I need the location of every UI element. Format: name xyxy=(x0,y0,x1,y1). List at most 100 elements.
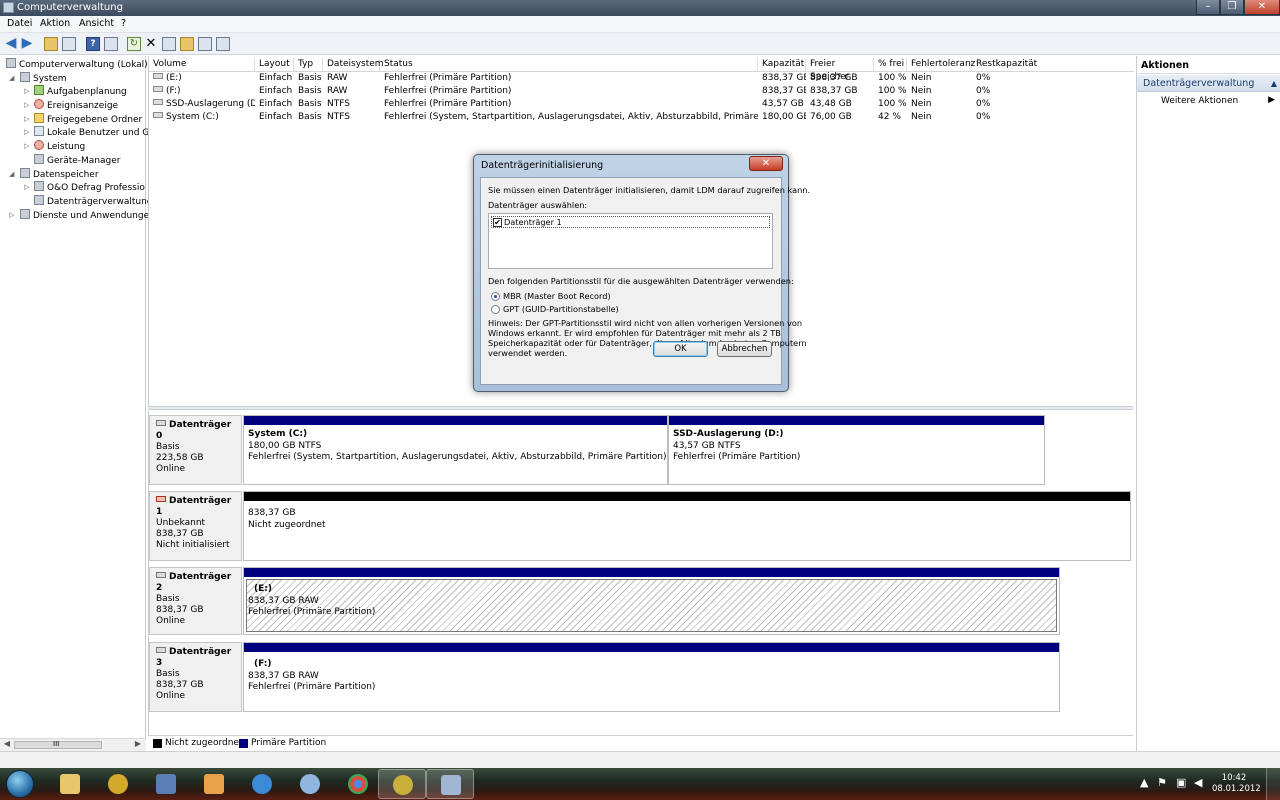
expand-icon[interactable]: ▷ xyxy=(24,101,29,109)
menu-action[interactable]: Aktion xyxy=(40,18,70,29)
disk-settings-icon[interactable] xyxy=(216,37,230,51)
tree-item-performance[interactable]: Leistung xyxy=(34,140,85,153)
taskbar-app-8[interactable] xyxy=(378,769,426,799)
volume-row[interactable]: (E:) Einfach Basis RAW Fehlerfrei (Primäre P… xyxy=(149,72,1134,85)
volume-row[interactable]: System (C:) Einfach Basis NTFS Fehlerfrei (S… xyxy=(149,111,1134,124)
volume-row[interactable]: SSD-Auslagerung (D:) Einfach Basis NTFS Fehl… xyxy=(149,98,1134,111)
tree-item-local-users[interactable]: Lokale Benutzer und Gru xyxy=(34,126,159,139)
column-filesystem[interactable]: Dateisystem xyxy=(323,58,384,72)
disk-3[interactable]: Datenträger 3 Basis 838,37 GB Online (F:… xyxy=(149,642,1132,712)
disk-0[interactable]: Datenträger 0 Basis 223,58 GB Online Sys… xyxy=(149,415,1132,485)
gpt-label[interactable]: GPT (GUID-Partitionstabelle) xyxy=(503,304,619,314)
disk-listbox[interactable]: ✔ Datenträger 1 xyxy=(488,213,773,269)
minimize-button[interactable]: – xyxy=(1196,0,1220,15)
delete-icon[interactable]: ✕ xyxy=(144,37,158,51)
column-layout[interactable]: Layout xyxy=(255,58,294,72)
taskbar-internet-explorer[interactable] xyxy=(238,769,286,799)
partition-system-c[interactable]: System (C:) 180,00 GB NTFS Fehlerfrei (S… xyxy=(243,415,668,485)
column-percent-free[interactable]: % frei xyxy=(874,58,907,72)
disk-1[interactable]: Datenträger 1 Unbekannt 838,37 GB Nicht … xyxy=(149,491,1132,561)
tree-item-oo-defrag[interactable]: O&O Defrag Professio xyxy=(34,181,145,194)
back-arrow-icon[interactable]: ◀ xyxy=(4,36,18,51)
taskbar-app-6[interactable] xyxy=(286,769,334,799)
actions-section-disk-management[interactable]: Datenträgerverwaltung ▲ xyxy=(1137,75,1280,92)
tree-item-storage[interactable]: Datenspeicher xyxy=(20,168,99,181)
disk-1-label[interactable]: Datenträger 1 Unbekannt 838,37 GB Nicht … xyxy=(149,491,242,561)
taskbar-chrome[interactable] xyxy=(334,769,382,799)
partition-e[interactable]: (E:) 838,37 GB RAW Fehlerfrei (Primäre P… xyxy=(243,567,1060,635)
disk-checkbox[interactable]: ✔ xyxy=(493,218,502,227)
refresh-icon[interactable]: ↻ xyxy=(127,37,141,51)
collapse-icon[interactable]: ◢ xyxy=(9,170,14,178)
taskbar-outlook[interactable] xyxy=(190,769,238,799)
dialog-close-button[interactable]: ✕ xyxy=(749,156,783,171)
tree-item-event-viewer[interactable]: Ereignisanzeige xyxy=(34,99,118,112)
tree-item-device-manager[interactable]: Geräte-Manager xyxy=(34,154,121,167)
expand-icon[interactable]: ▷ xyxy=(24,142,29,150)
column-overhead[interactable]: Restkapazität xyxy=(972,58,1134,72)
disk-3-label[interactable]: Datenträger 3 Basis 838,37 GB Online xyxy=(149,642,242,712)
expand-icon[interactable]: ▷ xyxy=(24,87,29,95)
disk-2-label[interactable]: Datenträger 2 Basis 838,37 GB Online xyxy=(149,567,242,635)
partition-ssd-d[interactable]: SSD-Auslagerung (D:) 43,57 GB NTFS Fehle… xyxy=(668,415,1045,485)
tree-item-task-scheduler[interactable]: Aufgabenplanung xyxy=(34,85,127,98)
volume-row[interactable]: (F:) Einfach Basis RAW Fehlerfrei (Primäre P… xyxy=(149,85,1134,98)
ok-button[interactable]: OK xyxy=(653,341,708,357)
tree-horizontal-scrollbar[interactable]: ◀ III ▶ xyxy=(0,738,146,751)
properties-icon[interactable] xyxy=(162,37,176,51)
menu-view[interactable]: Ansicht xyxy=(79,18,114,29)
partition-f[interactable]: (F:) 838,37 GB RAW Fehlerfrei (Primäre P… xyxy=(243,642,1060,712)
column-type[interactable]: Typ xyxy=(294,58,323,72)
column-volume[interactable]: Volume xyxy=(149,58,255,72)
flag-icon[interactable]: ⚑ xyxy=(1157,776,1167,789)
tree-item-services[interactable]: Dienste und Anwendungen xyxy=(20,209,155,222)
tree-item-shared-folders[interactable]: Freigegebene Ordner xyxy=(34,113,142,126)
show-hide-tree-icon[interactable] xyxy=(62,37,76,51)
gpt-radio[interactable] xyxy=(491,305,500,314)
pane-splitter[interactable] xyxy=(148,406,1133,410)
expand-icon[interactable]: ▷ xyxy=(9,211,14,219)
disk-2[interactable]: Datenträger 2 Basis 838,37 GB Online (E:… xyxy=(149,567,1132,635)
close-button[interactable]: ✕ xyxy=(1244,0,1280,15)
more-actions-link[interactable]: Weitere Aktionen xyxy=(1161,96,1238,106)
mbr-radio[interactable] xyxy=(491,292,500,301)
show-hidden-icons[interactable]: ▲ xyxy=(1140,776,1148,789)
clock[interactable]: 10:42 08.01.2012 xyxy=(1212,773,1261,795)
disk-0-label[interactable]: Datenträger 0 Basis 223,58 GB Online xyxy=(149,415,242,485)
scroll-right-icon[interactable]: ▶ xyxy=(132,739,144,748)
column-status[interactable]: Status xyxy=(380,58,758,72)
column-capacity[interactable]: Kapazität xyxy=(758,58,806,72)
volume-icon[interactable]: ◀ xyxy=(1194,776,1202,789)
folder-up-icon[interactable] xyxy=(44,37,58,51)
collapse-icon[interactable]: ◢ xyxy=(9,74,14,82)
disk-list-item[interactable]: ✔ Datenträger 1 xyxy=(491,216,770,228)
help-icon[interactable]: ? xyxy=(86,37,100,51)
cancel-button[interactable]: Abbrechen xyxy=(717,341,772,357)
menu-file[interactable]: Datei xyxy=(7,18,32,29)
taskbar-app-2[interactable] xyxy=(94,769,142,799)
search-disk-icon[interactable] xyxy=(198,37,212,51)
show-hide-action-pane-icon[interactable] xyxy=(104,37,118,51)
network-icon[interactable]: ▣ xyxy=(1176,776,1186,789)
tree-item-disk-management[interactable]: Datenträgerverwaltung xyxy=(34,195,153,208)
expand-icon[interactable]: ▷ xyxy=(24,115,29,123)
menu-help[interactable]: ? xyxy=(121,18,126,29)
tree-item-system[interactable]: System xyxy=(20,72,67,85)
open-folder-icon[interactable] xyxy=(180,37,194,51)
expand-icon[interactable]: ▷ xyxy=(24,128,29,136)
taskbar-computer-management[interactable] xyxy=(426,769,474,799)
maximize-button[interactable]: ❐ xyxy=(1220,0,1244,15)
scroll-thumb[interactable]: III xyxy=(14,740,102,749)
collapse-section-icon[interactable]: ▲ xyxy=(1271,75,1277,92)
forward-arrow-icon[interactable]: ▶ xyxy=(20,36,34,51)
mbr-label[interactable]: MBR (Master Boot Record) xyxy=(503,291,611,301)
column-free-space[interactable]: Freier Speicher xyxy=(806,58,874,82)
expand-icon[interactable]: ▷ xyxy=(24,183,29,191)
partition-unallocated[interactable]: 838,37 GB Nicht zugeordnet xyxy=(243,491,1131,561)
start-button[interactable] xyxy=(6,770,34,798)
taskbar-app-3[interactable] xyxy=(142,769,190,799)
show-desktop-button[interactable] xyxy=(1266,768,1280,800)
tree-item-computer-management[interactable]: Computerverwaltung (Lokal) xyxy=(6,58,148,71)
scroll-left-icon[interactable]: ◀ xyxy=(1,739,13,748)
column-fault-tolerance[interactable]: Fehlertoleranz xyxy=(907,58,975,72)
